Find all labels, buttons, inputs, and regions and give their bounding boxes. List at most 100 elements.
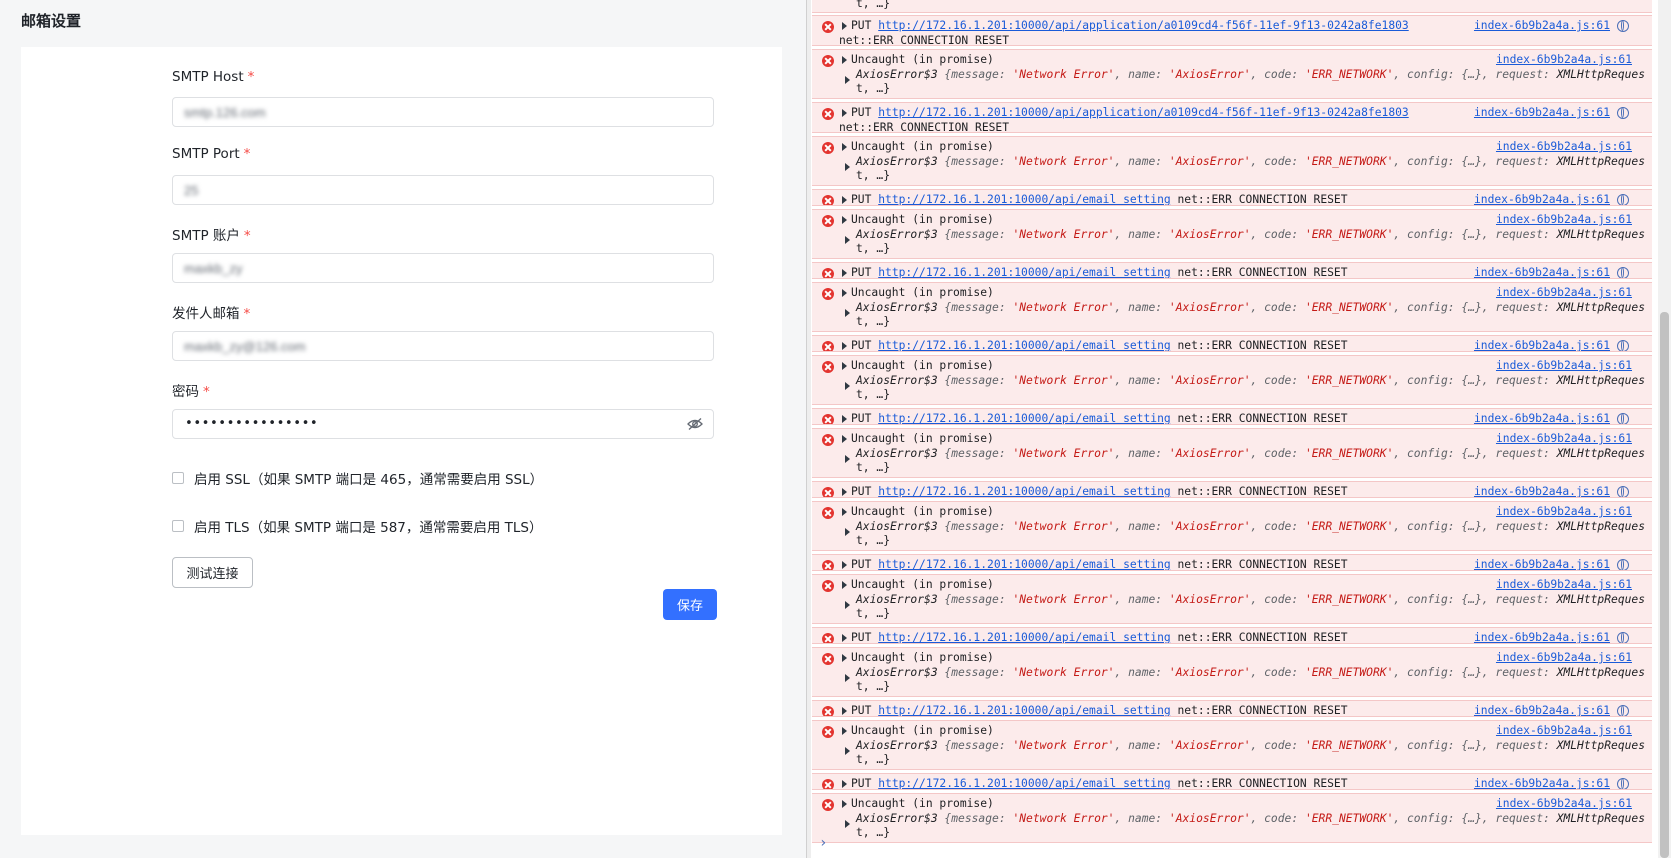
source-link[interactable]: index-6b9b2a4a.js:61: [1474, 106, 1610, 121]
test-connection-button[interactable]: 测试连接: [172, 557, 253, 588]
smtp-port-input[interactable]: 25: [172, 175, 714, 205]
console-error-put[interactable]: PUT http://172.16.1.201:10000/api/email_…: [812, 189, 1652, 206]
source-link[interactable]: index-6b9b2a4a.js:61: [1474, 19, 1610, 34]
console-error-uncaught[interactable]: Uncaught (in promise) index-6b9b2a4a.js:6…: [812, 501, 1652, 551]
console-scrollbar[interactable]: [1658, 0, 1671, 858]
console-error-uncaught[interactable]: Uncaught (in promise) index-6b9b2a4a.js:6…: [812, 428, 1652, 478]
console-error-put[interactable]: PUT http://172.16.1.201:10000/api/email_…: [812, 335, 1652, 352]
console-error-put[interactable]: PUT http://172.16.1.201:10000/api/email_…: [812, 481, 1652, 498]
expand-triangle-icon[interactable]: [842, 216, 847, 224]
source-link[interactable]: index-6b9b2a4a.js:61: [1496, 359, 1632, 374]
expand-triangle-icon[interactable]: [842, 581, 847, 589]
source-link[interactable]: index-6b9b2a4a.js:61: [1474, 631, 1610, 643]
network-globe-icon[interactable]: [1617, 778, 1629, 789]
expand-triangle-icon[interactable]: [845, 236, 850, 244]
network-globe-icon[interactable]: [1617, 486, 1629, 497]
console-error-put[interactable]: PUT http://172.16.1.201:10000/api/email_…: [812, 700, 1652, 717]
network-globe-icon[interactable]: [1617, 194, 1629, 205]
console-error-uncaught[interactable]: Uncaught (in promise) index-6b9b2a4a.js:6…: [812, 647, 1652, 697]
console-prompt[interactable]: ›: [819, 835, 827, 851]
request-url-link[interactable]: http://172.16.1.201:10000/api/email_sett…: [878, 631, 1170, 643]
request-url-link[interactable]: http://172.16.1.201:10000/api/applicatio…: [878, 19, 1409, 32]
smtp-account-input[interactable]: maxkb_zy: [172, 253, 714, 283]
source-link[interactable]: index-6b9b2a4a.js:61: [1496, 651, 1632, 666]
console-error-uncaught[interactable]: Uncaught (in promise) index-6b9b2a4a.js:6…: [812, 136, 1652, 186]
tls-checkbox-row[interactable]: 启用 TLS（如果 SMTP 端口是 587，通常需要启用 TLS）: [172, 516, 543, 536]
expand-triangle-icon[interactable]: [842, 780, 847, 788]
network-globe-icon[interactable]: [1617, 20, 1629, 32]
request-url-link[interactable]: http://172.16.1.201:10000/api/email_sett…: [878, 193, 1170, 205]
expand-triangle-icon[interactable]: [845, 382, 850, 390]
console-error-uncaught[interactable]: Uncaught (in promise) index-6b9b2a4a.js:6…: [812, 209, 1652, 259]
console-error-uncaught[interactable]: Uncaught (in promise) index-6b9b2a4a.js:6…: [812, 720, 1652, 770]
console-error-uncaught[interactable]: Uncaught (in promise) index-6b9b2a4a.js:6…: [812, 793, 1652, 843]
console-error-uncaught[interactable]: Uncaught (in promise) index-6b9b2a4a.js:6…: [812, 355, 1652, 405]
tls-checkbox[interactable]: [172, 520, 184, 532]
request-url-link[interactable]: http://172.16.1.201:10000/api/email_sett…: [878, 777, 1170, 789]
expand-triangle-icon[interactable]: [845, 747, 850, 755]
source-link[interactable]: index-6b9b2a4a.js:61: [1474, 485, 1610, 497]
expand-triangle-icon[interactable]: [842, 634, 847, 642]
expand-triangle-icon[interactable]: [842, 342, 847, 350]
expand-triangle-icon[interactable]: [842, 143, 847, 151]
console-error-put[interactable]: PUT http://172.16.1.201:10000/api/email_…: [812, 773, 1652, 790]
expand-triangle-icon[interactable]: [845, 455, 850, 463]
request-url-link[interactable]: http://172.16.1.201:10000/api/email_sett…: [878, 339, 1170, 351]
console-error-uncaught[interactable]: Uncaught (in promise) index-6b9b2a4a.js:6…: [812, 49, 1652, 99]
source-link[interactable]: index-6b9b2a4a.js:61: [1474, 193, 1610, 205]
source-link[interactable]: index-6b9b2a4a.js:61: [1474, 412, 1610, 424]
network-globe-icon[interactable]: [1617, 107, 1629, 119]
request-url-link[interactable]: http://172.16.1.201:10000/api/applicatio…: [878, 106, 1409, 119]
expand-triangle-icon[interactable]: [845, 601, 850, 609]
request-url-link[interactable]: http://172.16.1.201:10000/api/email_sett…: [878, 266, 1170, 278]
expand-triangle-icon[interactable]: [842, 707, 847, 715]
source-link[interactable]: index-6b9b2a4a.js:61: [1496, 797, 1632, 812]
expand-triangle-icon[interactable]: [845, 820, 850, 828]
network-globe-icon[interactable]: [1617, 632, 1629, 643]
expand-triangle-icon[interactable]: [842, 561, 847, 569]
expand-triangle-icon[interactable]: [842, 800, 847, 808]
expand-triangle-icon[interactable]: [842, 56, 847, 64]
network-globe-icon[interactable]: [1617, 340, 1629, 351]
source-link[interactable]: index-6b9b2a4a.js:61: [1496, 505, 1632, 520]
expand-triangle-icon[interactable]: [842, 488, 847, 496]
expand-triangle-icon[interactable]: [845, 309, 850, 317]
console-error-put[interactable]: PUT http://172.16.1.201:10000/api/applic…: [812, 15, 1652, 46]
sender-email-input[interactable]: maxkb_zy@126.com: [172, 331, 714, 361]
ssl-checkbox-row[interactable]: 启用 SSL（如果 SMTP 端口是 465，通常需要启用 SSL）: [172, 468, 543, 488]
source-link[interactable]: index-6b9b2a4a.js:61: [1496, 213, 1632, 228]
expand-triangle-icon[interactable]: [842, 654, 847, 662]
expand-triangle-icon[interactable]: [845, 528, 850, 536]
expand-triangle-icon[interactable]: [842, 435, 847, 443]
network-globe-icon[interactable]: [1617, 267, 1629, 278]
save-button[interactable]: 保存: [663, 589, 717, 620]
expand-triangle-icon[interactable]: [842, 196, 847, 204]
source-link[interactable]: index-6b9b2a4a.js:61: [1474, 339, 1610, 351]
expand-triangle-icon[interactable]: [842, 289, 847, 297]
ssl-checkbox[interactable]: [172, 472, 184, 484]
console-error-put[interactable]: PUT http://172.16.1.201:10000/api/applic…: [812, 102, 1652, 133]
console-error-put[interactable]: PUT http://172.16.1.201:10000/api/email_…: [812, 262, 1652, 279]
expand-triangle-icon[interactable]: [845, 674, 850, 682]
expand-triangle-icon[interactable]: [842, 22, 847, 30]
request-url-link[interactable]: http://172.16.1.201:10000/api/email_sett…: [878, 412, 1170, 424]
request-url-link[interactable]: http://172.16.1.201:10000/api/email_sett…: [878, 558, 1170, 570]
source-link[interactable]: index-6b9b2a4a.js:61: [1474, 777, 1610, 789]
source-link[interactable]: index-6b9b2a4a.js:61: [1474, 558, 1610, 570]
panel-divider[interactable]: [807, 0, 811, 858]
network-globe-icon[interactable]: [1617, 559, 1629, 570]
source-link[interactable]: index-6b9b2a4a.js:61: [1474, 704, 1610, 716]
eye-slash-icon[interactable]: [687, 417, 703, 431]
expand-triangle-icon[interactable]: [842, 415, 847, 423]
source-link[interactable]: index-6b9b2a4a.js:61: [1496, 140, 1632, 155]
expand-triangle-icon[interactable]: [845, 76, 850, 84]
expand-triangle-icon[interactable]: [842, 109, 847, 117]
network-globe-icon[interactable]: [1617, 413, 1629, 424]
console-error-put[interactable]: PUT http://172.16.1.201:10000/api/email_…: [812, 408, 1652, 425]
expand-triangle-icon[interactable]: [842, 269, 847, 277]
request-url-link[interactable]: http://172.16.1.201:10000/api/email_sett…: [878, 704, 1170, 716]
expand-triangle-icon[interactable]: [842, 508, 847, 516]
expand-triangle-icon[interactable]: [842, 727, 847, 735]
source-link[interactable]: index-6b9b2a4a.js:61: [1496, 724, 1632, 739]
source-link[interactable]: index-6b9b2a4a.js:61: [1496, 53, 1632, 68]
